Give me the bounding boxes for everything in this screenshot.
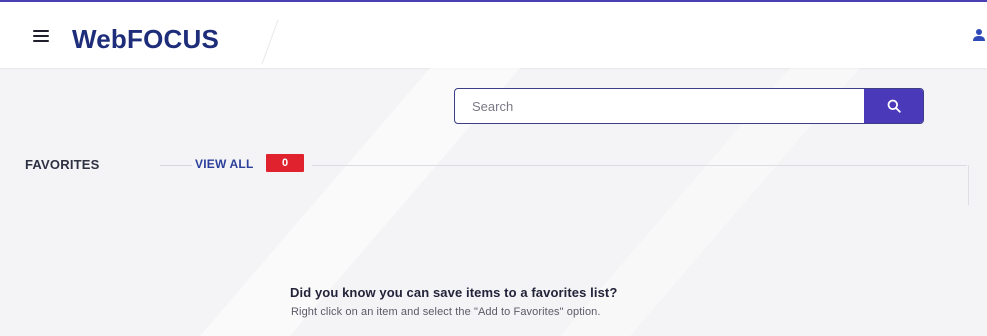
user-icon[interactable] [972,28,986,42]
search-icon [887,99,901,113]
section-divider-left [160,165,192,166]
empty-state-text: Right click on an item and select the "A… [291,306,601,318]
section-divider-right [312,165,967,166]
favorites-section-header: FAVORITES VIEW ALL 0 [0,150,987,174]
hamburger-menu-icon[interactable] [33,29,49,43]
view-all-link[interactable]: VIEW ALL [195,157,253,171]
favorites-count-badge: 0 [266,154,304,172]
app-header: WebFOCUS [0,2,987,68]
favorites-title: FAVORITES [25,157,100,172]
search-button[interactable] [864,89,923,123]
search-input[interactable] [455,89,865,123]
panel-edge-line [968,165,969,205]
app-title[interactable]: WebFOCUS [72,24,219,54]
empty-state-title: Did you know you can save items to a fav… [290,285,618,300]
header-divider [261,19,279,65]
search-box [454,88,924,124]
